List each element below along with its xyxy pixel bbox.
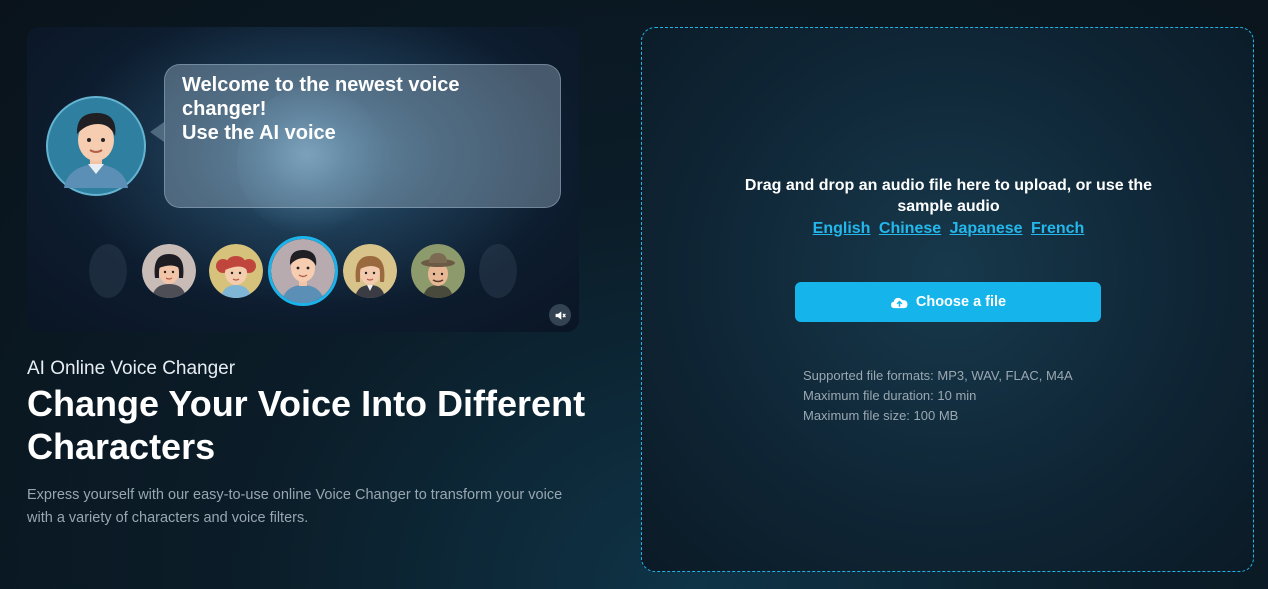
upload-prompt-line-2: sample audio: [897, 198, 1000, 215]
hero-headline: Change Your Voice Into Different Charact…: [27, 383, 586, 467]
character-carousel: [27, 232, 579, 312]
spec-formats: Supported file formats: MP3, WAV, FLAC, …: [803, 368, 1073, 383]
choose-file-label: Choose a file: [915, 294, 1007, 310]
mute-button[interactable]: [549, 304, 571, 326]
sample-link-japanese[interactable]: Japanese: [950, 220, 1023, 237]
character-faded-left: [89, 244, 127, 298]
speech-bubble: Welcome to the newest voice changer! Use…: [164, 64, 561, 208]
cloud-upload-icon: [890, 295, 909, 310]
character-red-haired-girl[interactable]: [209, 244, 263, 298]
character-faded-right: [479, 244, 517, 298]
speech-bubble-line-1: Welcome to the newest voice changer!: [182, 74, 460, 120]
speaker-muted-icon: [554, 309, 567, 322]
choose-file-button[interactable]: Choose a file: [795, 282, 1101, 322]
sample-link-english[interactable]: English: [813, 220, 871, 237]
hero-eyebrow: AI Online Voice Changer: [27, 358, 236, 379]
spec-size: Maximum file size: 100 MB: [803, 408, 959, 423]
upload-prompt-line-1: Drag and drop an audio file here to uplo…: [744, 177, 1153, 194]
file-specs: Supported file formats: MP3, WAV, FLAC, …: [803, 366, 1073, 426]
man-avatar-icon: [46, 96, 146, 196]
sample-audio-links: English Chinese Japanese French: [642, 218, 1255, 239]
upload-prompt: Drag and drop an audio file here to uplo…: [642, 175, 1255, 217]
video-preview[interactable]: Welcome to the newest voice changer! Use…: [27, 27, 579, 332]
character-blonde-woman[interactable]: [343, 244, 397, 298]
speech-bubble-tail: [150, 122, 164, 142]
character-man-selected[interactable]: [268, 236, 338, 306]
speech-bubble-line-2: Use the AI voice: [182, 122, 336, 144]
sample-link-chinese[interactable]: Chinese: [879, 220, 941, 237]
character-explorer-man[interactable]: [411, 244, 465, 298]
spec-duration: Maximum file duration: 10 min: [803, 388, 977, 403]
hero-description: Express yourself with our easy-to-use on…: [27, 487, 563, 526]
upload-dropzone[interactable]: Drag and drop an audio file here to uplo…: [641, 27, 1254, 572]
character-dark-haired-girl[interactable]: [142, 244, 196, 298]
sample-link-french[interactable]: French: [1031, 220, 1084, 237]
